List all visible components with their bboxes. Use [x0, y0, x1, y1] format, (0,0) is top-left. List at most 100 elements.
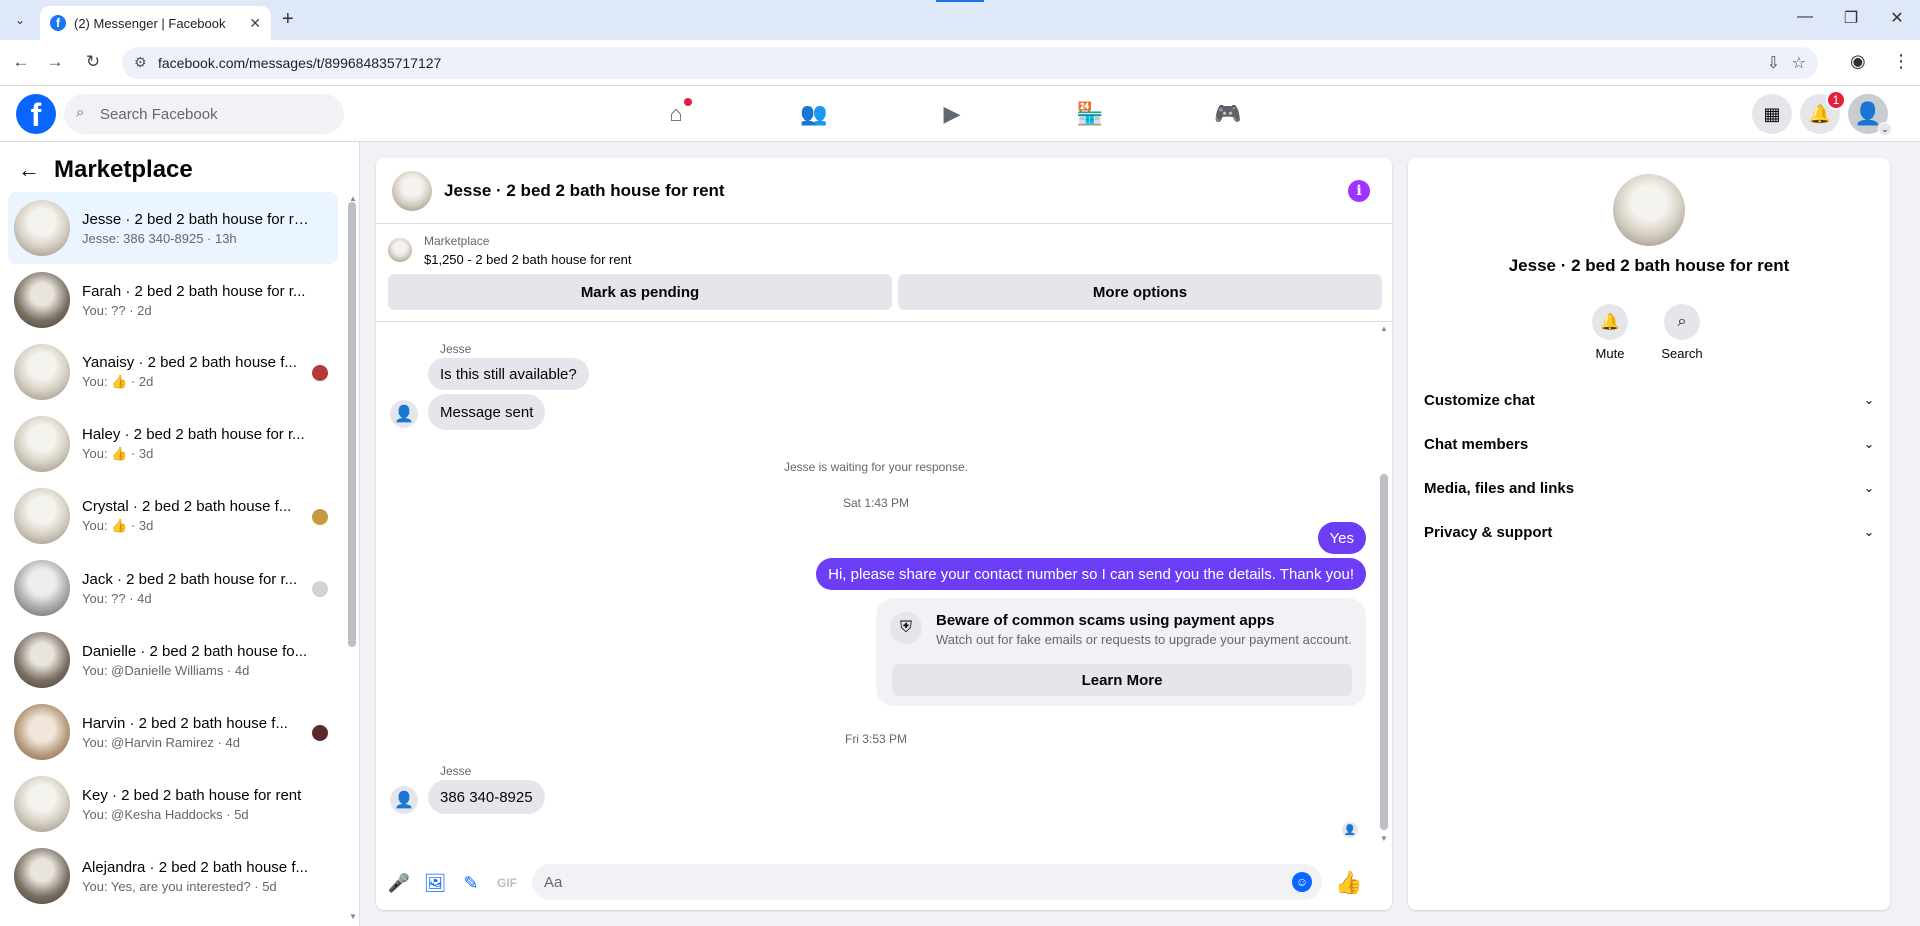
- install-app-icon[interactable]: ⇩: [1767, 53, 1780, 73]
- conversation-item[interactable]: Key · 2 bed 2 bath house for rent You: @K…: [8, 768, 338, 840]
- search-icon[interactable]: ⌕: [1664, 304, 1700, 340]
- search-label: Search: [1661, 346, 1703, 361]
- section-privacy-support[interactable]: Privacy & support ⌄: [1424, 510, 1874, 554]
- sticker-icon[interactable]: ✎: [460, 872, 482, 894]
- timestamp: Sat 1:43 PM: [842, 496, 910, 510]
- seen-avatar: [312, 509, 328, 525]
- listing-thumbnail: [388, 238, 412, 262]
- reload-icon[interactable]: ↻: [82, 52, 104, 72]
- chat-title[interactable]: Jesse · 2 bed 2 bath house for rent: [444, 181, 725, 201]
- conversation-item[interactable]: Danielle · 2 bed 2 bath house fo... You: …: [8, 624, 338, 696]
- emoji-icon[interactable]: ☺: [1292, 872, 1312, 892]
- minimize-icon[interactable]: —: [1790, 8, 1820, 26]
- conversation-preview: Jesse: 386 340-8925 · 13h: [82, 230, 237, 246]
- chat-header: Jesse · 2 bed 2 bath house for rent i: [376, 158, 1392, 224]
- scam-title: Beware of common scams using payment app…: [936, 612, 1275, 629]
- message-bubble[interactable]: 386 340-8925: [428, 780, 545, 814]
- sidebar-scrollbar[interactable]: [348, 202, 356, 647]
- new-tab-icon[interactable]: +: [282, 8, 294, 31]
- conversation-item[interactable]: Harvin · 2 bed 2 bath house f... You: @Ha…: [8, 696, 338, 768]
- conversation-preview: You: @Kesha Haddocks · 5d: [82, 806, 249, 822]
- message-bubble[interactable]: Is this still available?: [428, 358, 589, 390]
- like-thumb-icon[interactable]: 👍: [1335, 870, 1362, 895]
- info-icon[interactable]: i: [1348, 180, 1370, 202]
- conversation-item[interactable]: Haley · 2 bed 2 bath house for r... You: …: [8, 408, 338, 480]
- conversation-item[interactable]: Jack · 2 bed 2 bath house for r... You: ?…: [8, 552, 338, 624]
- marketplace-nav-icon[interactable]: 🏪: [1070, 94, 1110, 134]
- mute-action[interactable]: 🔔 Mute: [1580, 304, 1640, 361]
- facebook-logo-icon[interactable]: f: [16, 94, 56, 134]
- chevron-down-icon: ⌄: [1863, 437, 1874, 451]
- friends-nav-icon[interactable]: 👥: [794, 94, 834, 134]
- listing-thumbnail: [14, 344, 70, 400]
- learn-more-button[interactable]: Learn More: [892, 664, 1352, 696]
- chat-details-title: Jesse · 2 bed 2 bath house for rent: [1508, 256, 1790, 275]
- sender-avatar[interactable]: 👤: [390, 400, 418, 428]
- more-options-button[interactable]: More options: [898, 274, 1382, 310]
- listing-thumbnail: [14, 704, 70, 760]
- browser-tab[interactable]: f (2) Messenger | Facebook ✕: [40, 6, 271, 40]
- gaming-nav-icon[interactable]: 🎮: [1208, 94, 1248, 134]
- conversation-item[interactable]: Alejandra · 2 bed 2 bath house f... You: …: [8, 840, 338, 912]
- browser-menu-icon[interactable]: ⋮: [1892, 51, 1910, 72]
- facebook-favicon-icon: f: [50, 15, 66, 31]
- chat-scrollbar[interactable]: [1380, 474, 1388, 830]
- menu-grid-icon[interactable]: ▦: [1752, 94, 1792, 134]
- conversation-preview: You: Yes, are you interested? · 5d: [82, 878, 277, 894]
- chat-panel: Jesse · 2 bed 2 bath house for rent i Ma…: [376, 158, 1392, 910]
- listing-thumbnail: [14, 848, 70, 904]
- forward-icon[interactable]: →: [44, 52, 66, 72]
- photo-icon[interactable]: 🖼: [424, 872, 447, 894]
- seen-avatar: [312, 725, 328, 741]
- section-customize-chat[interactable]: Customize chat ⌄: [1424, 378, 1874, 422]
- back-icon[interactable]: ←: [10, 52, 32, 72]
- tab-search-icon[interactable]: ⌄: [8, 8, 32, 32]
- url-field[interactable]: ⚙ facebook.com/messages/t/89968483571712…: [122, 47, 1818, 79]
- site-info-icon[interactable]: ⚙: [134, 54, 147, 71]
- close-window-icon[interactable]: ✕: [1882, 8, 1912, 28]
- search-action[interactable]: ⌕ Search: [1652, 304, 1712, 361]
- listing-price[interactable]: $1,250 - 2 bed 2 bath house for rent: [424, 252, 631, 267]
- conversation-item[interactable]: Jesse · 2 bed 2 bath house for re... Jess…: [8, 192, 338, 264]
- sender-avatar[interactable]: 👤: [390, 786, 418, 814]
- microphone-icon[interactable]: 🎤: [388, 872, 410, 894]
- listing-thumbnail: [14, 272, 70, 328]
- restore-icon[interactable]: ❐: [1836, 8, 1866, 28]
- notification-badge: 1: [1826, 90, 1846, 110]
- chevron-down-icon: ⌄: [1863, 481, 1874, 495]
- sent-message-bubble[interactable]: Yes: [1317, 522, 1366, 554]
- scroll-down-arrow[interactable]: ▼: [349, 912, 357, 921]
- message-composer: 🎤 🖼 ✎ GIF Aa ☺ 👍: [376, 856, 1392, 910]
- scroll-down-arrow[interactable]: ▼: [1380, 834, 1388, 843]
- bookmark-star-icon[interactable]: ☆: [1792, 53, 1806, 73]
- account-avatar[interactable]: 👤 ⌄: [1848, 94, 1892, 136]
- bell-icon[interactable]: 🔔: [1592, 304, 1628, 340]
- conversation-preview: You: 👍 · 3d: [82, 518, 154, 533]
- browser-tab-bar: ⌄ f (2) Messenger | Facebook ✕ + — ❐ ✕: [0, 0, 1920, 40]
- conversation-item[interactable]: Farah · 2 bed 2 bath house for r... You: …: [8, 264, 338, 336]
- sender-name: Jesse: [440, 764, 472, 778]
- home-nav-icon[interactable]: ⌂: [656, 94, 696, 134]
- notifications-bell-icon[interactable]: 🔔 1: [1800, 90, 1846, 134]
- conversation-preview: You: ?? · 4d: [82, 590, 152, 606]
- message-bubble[interactable]: Message sent: [428, 394, 546, 430]
- section-media-files-links[interactable]: Media, files and links ⌄: [1424, 466, 1874, 510]
- browser-profile-icon[interactable]: ◉: [1850, 51, 1866, 72]
- video-nav-icon[interactable]: ▶: [932, 94, 972, 134]
- message-input[interactable]: Aa ☺: [532, 864, 1322, 900]
- conversation-item[interactable]: Crystal · 2 bed 2 bath house f... You: 👍 …: [8, 480, 338, 552]
- back-arrow-icon[interactable]: ←: [18, 157, 40, 183]
- gif-icon[interactable]: GIF: [496, 872, 518, 894]
- chat-profile-avatar[interactable]: [1613, 174, 1685, 246]
- seen-avatar: [312, 365, 328, 381]
- chat-avatar[interactable]: [392, 170, 432, 211]
- conversation-item[interactable]: Yanaisy · 2 bed 2 bath house f... You: 👍 …: [8, 336, 338, 408]
- conversation-list: Jesse · 2 bed 2 bath house for re... Jess…: [8, 192, 338, 912]
- scroll-up-arrow[interactable]: ▲: [1380, 324, 1388, 333]
- sent-message-bubble[interactable]: Hi, please share your contact number so …: [816, 558, 1366, 590]
- tab-indicator: [936, 0, 984, 2]
- section-chat-members[interactable]: Chat members ⌄: [1424, 422, 1874, 466]
- close-tab-icon[interactable]: ✕: [249, 15, 261, 32]
- mark-pending-button[interactable]: Mark as pending: [388, 274, 892, 310]
- facebook-search-input[interactable]: ⌕ Search Facebook: [64, 94, 344, 134]
